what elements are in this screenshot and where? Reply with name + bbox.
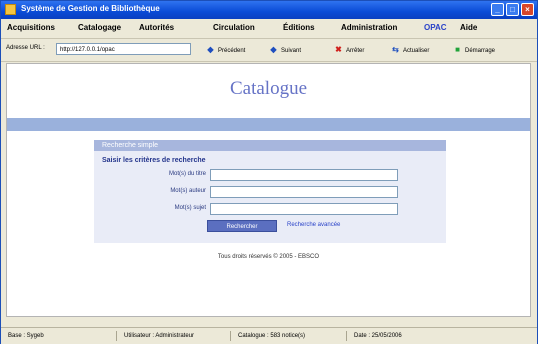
stop-icon: ✖: [335, 45, 342, 54]
subject-field-label: Mot(s) sujet: [174, 205, 206, 211]
address-input[interactable]: http://127.0.0.1/opac: [56, 43, 191, 55]
menu-administration[interactable]: Administration: [341, 23, 397, 32]
home-button-label: Démarrage: [465, 48, 496, 54]
refresh-button[interactable]: ⇆ Actualiser: [391, 44, 429, 56]
home-icon: ■: [455, 45, 460, 54]
menu-autorites[interactable]: Autorités: [139, 23, 174, 32]
panel-title: Recherche simple: [94, 140, 446, 151]
menu-opac[interactable]: OPAC: [424, 23, 447, 32]
arrow-right-icon: ◆: [270, 45, 277, 54]
app-icon: [5, 4, 16, 15]
forward-button[interactable]: ◆ Suivant: [269, 44, 301, 56]
back-button-label: Précédent: [218, 48, 246, 54]
address-label: Adresse URL :: [6, 45, 45, 51]
menu-bar: Acquisitions Catalogage Autorités Circul…: [1, 19, 537, 37]
home-button[interactable]: ■ Démarrage: [453, 44, 495, 56]
page-title: Catalogue: [229, 78, 308, 99]
forward-button-label: Suivant: [281, 48, 302, 54]
stop-button-label: Arrêter: [346, 48, 365, 54]
status-user: Utilisateur : Administrateur: [121, 331, 231, 341]
author-search-input[interactable]: [210, 186, 398, 198]
title-field-label: Mot(s) du titre: [168, 171, 206, 177]
menu-catalogage[interactable]: Catalogage: [78, 23, 121, 32]
title-bar[interactable]: Système de Gestion de Bibliothèque _ □ ×: [1, 1, 537, 19]
status-date: Date : 25/05/2006: [354, 333, 402, 339]
toolbar: Adresse URL : http://127.0.0.1/opac ◆ Pré…: [1, 38, 537, 62]
status-catalogue: Catalogue : 583 notice(s): [235, 331, 347, 341]
back-button[interactable]: ◆ Précédent: [206, 44, 245, 56]
copyright-footer: Tous droits réservés © 2005 - EBSCO: [217, 254, 320, 260]
search-panel: Recherche simple Saisir les critères de …: [94, 140, 446, 243]
minimize-button[interactable]: _: [491, 3, 504, 16]
status-bar: Base : Sygeb Utilisateur : Administrateu…: [1, 327, 537, 344]
header-band: [7, 118, 530, 131]
browser-content[interactable]: Catalogue Recherche simple Saisir les cr…: [6, 63, 531, 317]
menu-acquisitions[interactable]: Acquisitions: [7, 23, 55, 32]
author-field-label: Mot(s) auteur: [170, 188, 206, 194]
menu-editions[interactable]: Éditions: [283, 23, 315, 32]
refresh-button-label: Actualiser: [403, 48, 430, 54]
menu-circulation[interactable]: Circulation: [213, 23, 255, 32]
advanced-search-link[interactable]: Recherche avancée: [287, 222, 340, 228]
menu-aide[interactable]: Aide: [460, 23, 477, 32]
close-button[interactable]: ×: [521, 3, 534, 16]
maximize-button[interactable]: □: [506, 3, 519, 16]
panel-subtitle: Saisir les critères de recherche: [102, 157, 206, 164]
arrow-left-icon: ◆: [207, 45, 214, 54]
status-database: Base : Sygeb: [5, 331, 117, 341]
application-window: Système de Gestion de Bibliothèque _ □ ×…: [0, 0, 538, 344]
title-search-input[interactable]: [210, 169, 398, 181]
stop-button[interactable]: ✖ Arrêter: [334, 44, 364, 56]
subject-search-input[interactable]: [210, 203, 398, 215]
window-title: Système de Gestion de Bibliothèque: [21, 4, 160, 13]
search-button[interactable]: Rechercher: [207, 220, 277, 232]
refresh-icon: ⇆: [392, 45, 399, 54]
